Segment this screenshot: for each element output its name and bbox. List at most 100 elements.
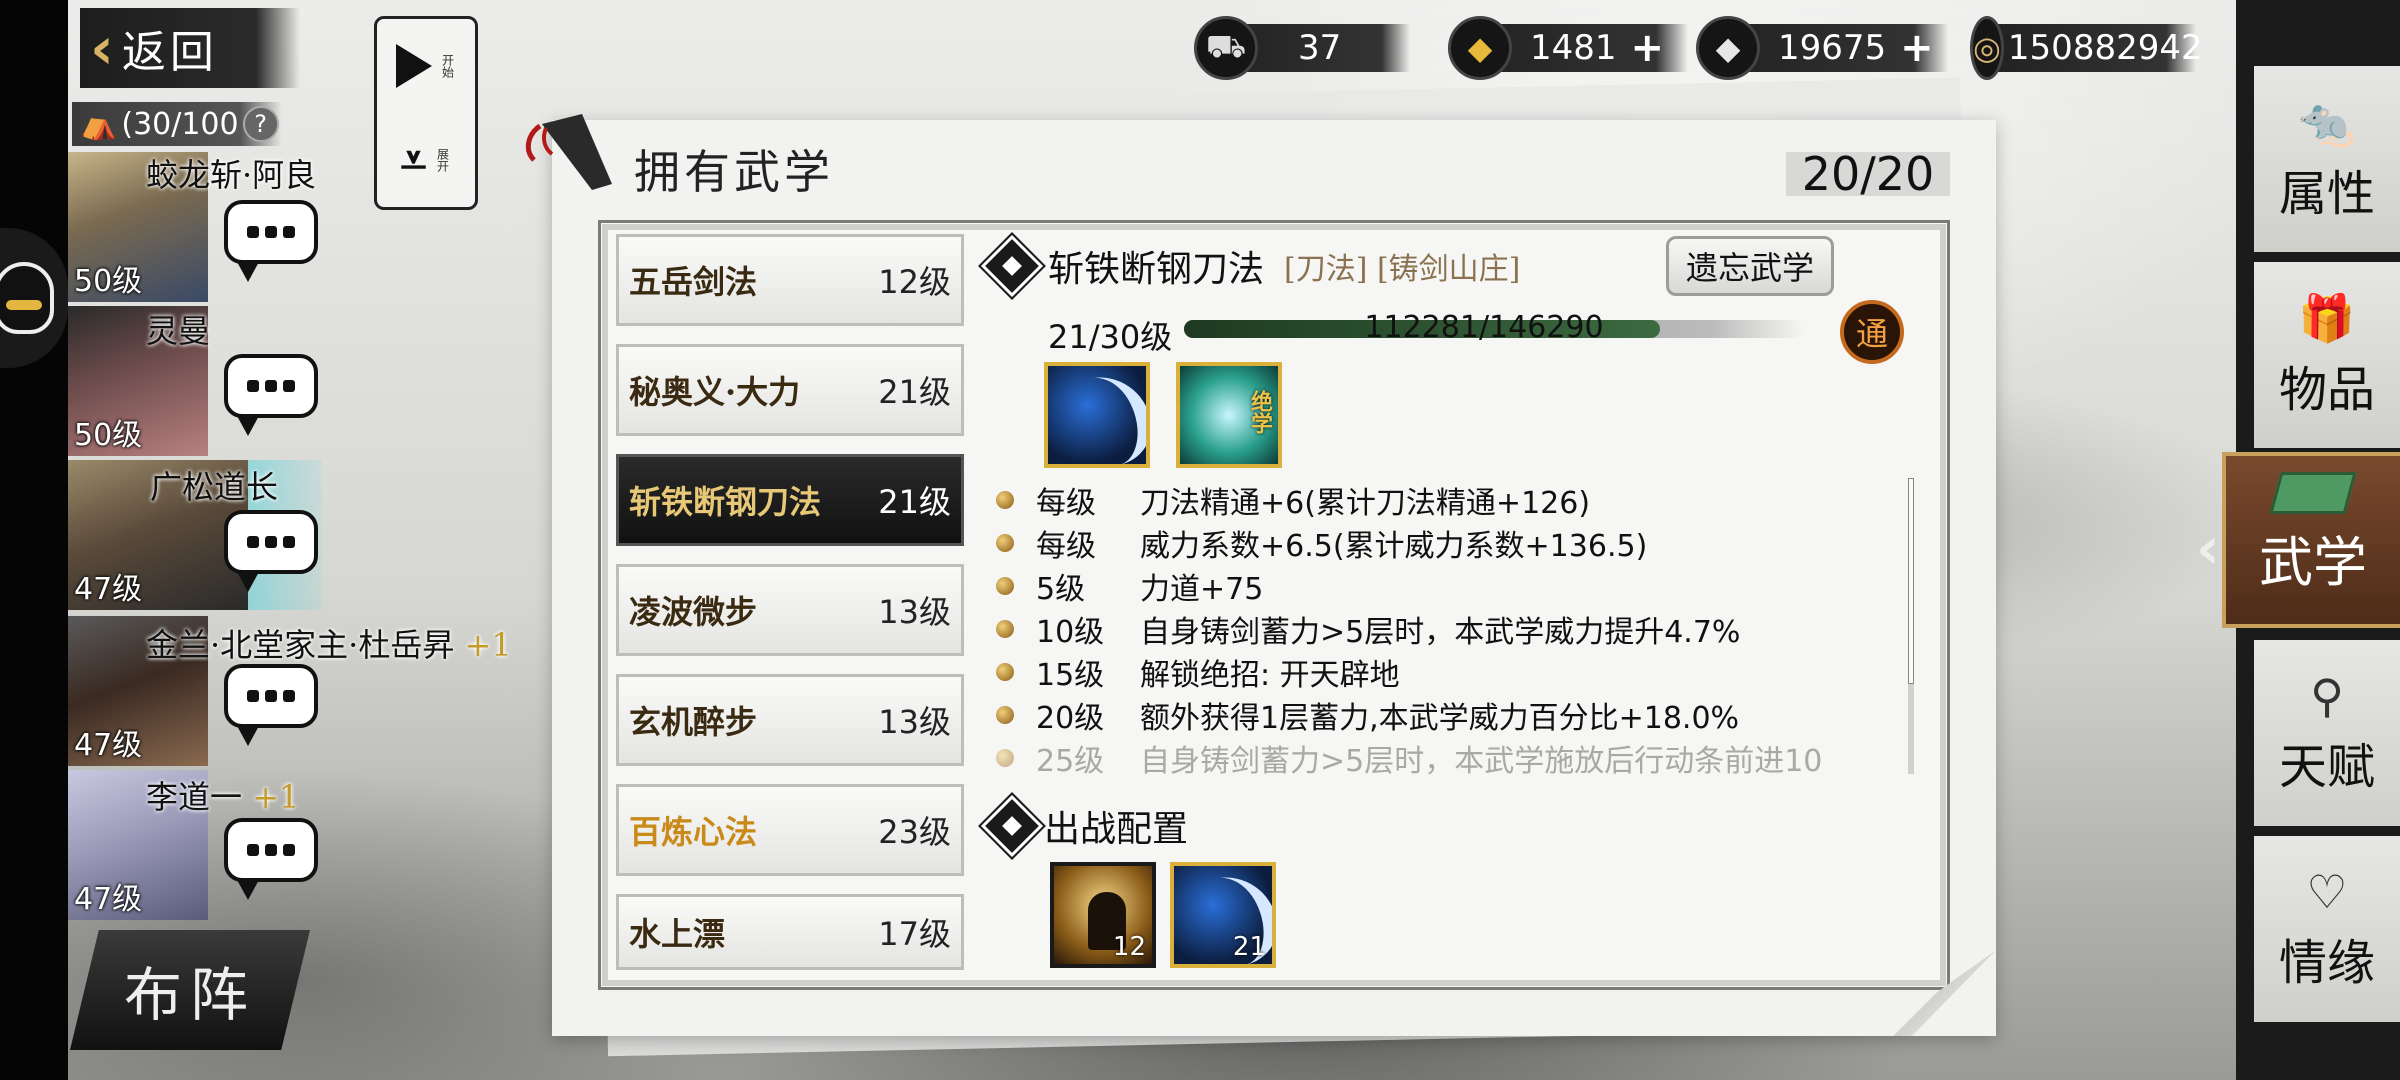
skill-list-item[interactable]: 秘奥义·大力 21级 xyxy=(616,344,964,436)
deploy-section-title: 出战配置 xyxy=(1044,809,1189,850)
mastery-badge[interactable]: 通 xyxy=(1840,300,1904,364)
character-level: 50级 xyxy=(74,264,143,299)
currency-cart: ⛟ 37 xyxy=(1194,16,1410,80)
skill-list-item[interactable]: 水上漂 17级 xyxy=(616,894,964,970)
slot-level: 12 xyxy=(1112,932,1146,962)
skill-list-item[interactable]: 五岳剑法 12级 xyxy=(616,234,964,326)
effect-row: 20级 额外获得1层蓄力,本武学威力百分比+18.0% xyxy=(996,695,1739,736)
currency-silver: ◆ 19675 + xyxy=(1696,16,1948,80)
skill-name: 五岳剑法 xyxy=(629,263,758,301)
scrollbar-thumb[interactable] xyxy=(1908,478,1914,684)
formation-button[interactable]: 布阵 xyxy=(70,930,310,1050)
ultimate-skill-icon[interactable]: 绝学 xyxy=(1176,362,1282,468)
blade-skill-icon[interactable] xyxy=(1044,362,1150,468)
skill-detail-tags: [刀法] [铸剑山庄] xyxy=(1284,252,1521,287)
help-icon[interactable]: ? xyxy=(242,106,279,142)
start-button[interactable]: 开始 xyxy=(377,19,475,113)
skill-list-item-selected[interactable]: 斩铁断钢刀法 21级 xyxy=(616,454,964,546)
effect-text: 力道+75 xyxy=(1140,572,1264,607)
character-level: 47级 xyxy=(74,572,143,607)
nav-item-martial-arts[interactable]: 武学 xyxy=(2222,452,2400,628)
character-name: 广松道长 xyxy=(150,468,279,506)
plus-badge: +1 xyxy=(464,626,512,664)
dot xyxy=(247,536,259,548)
party-count-text: (30/100 xyxy=(121,106,239,142)
nav-item-bonds[interactable]: ♡ 情缘 xyxy=(2254,836,2400,1022)
effect-row: 15级 解锁绝招: 开天辟地 xyxy=(996,652,1400,693)
skill-list-item[interactable]: 凌波微步 13级 xyxy=(616,564,964,656)
dot xyxy=(265,690,277,702)
deploy-slot[interactable]: 21 xyxy=(1170,862,1276,968)
currency-coin: ◎ 150882942 xyxy=(1970,16,2203,80)
panel-title: 拥有武学 xyxy=(634,145,834,199)
chat-bubble-button[interactable] xyxy=(224,664,318,746)
start-label: 开始 xyxy=(440,54,455,78)
character-level: 47级 xyxy=(74,728,143,763)
slot-level: 21 xyxy=(1232,932,1266,962)
add-gold-button[interactable]: + xyxy=(1631,25,1665,71)
effect-key: 20级 xyxy=(1036,701,1105,736)
effect-key: 15级 xyxy=(1036,658,1105,693)
chat-bubble-button[interactable] xyxy=(224,510,318,592)
dot xyxy=(265,380,277,392)
bullet-icon xyxy=(996,577,1014,595)
dot xyxy=(265,226,277,238)
nav-item-items[interactable]: 🎁 物品 xyxy=(2254,262,2400,448)
dagger-icon xyxy=(525,114,612,190)
skill-level: 21级 xyxy=(878,373,951,411)
dot xyxy=(247,226,259,238)
effect-key: 25级 xyxy=(1036,744,1105,776)
effect-key: 5级 xyxy=(1036,572,1086,607)
bullet-icon xyxy=(996,663,1014,681)
bullet-icon xyxy=(996,620,1014,638)
nav-label: 情缘 xyxy=(2278,935,2375,991)
nav-item-talent[interactable]: ⚲ 天赋 xyxy=(2254,640,2400,826)
back-button[interactable]: ‹ 返回 xyxy=(80,8,300,88)
effect-key: 每级 xyxy=(1036,486,1096,521)
bullet-icon xyxy=(996,491,1014,509)
effects-scrollbar[interactable] xyxy=(1908,478,1914,774)
collapse-down-icon: ⩡ xyxy=(400,133,427,187)
formation-label: 布阵 xyxy=(123,961,256,1029)
deploy-slot[interactable]: 12 xyxy=(1050,862,1156,968)
effect-text: 自身铸剑蓄力>5层时，本武学施放后行动条前进10 xyxy=(1140,744,1823,776)
skill-level: 12级 xyxy=(878,263,951,301)
chat-bubble-button[interactable] xyxy=(224,818,318,900)
coin-icon: ◎ xyxy=(1970,16,2004,80)
skill-list-item[interactable]: 玄机醉步 13级 xyxy=(616,674,964,766)
heart-icon: ♡ xyxy=(2306,865,2348,919)
character-name: 蛟龙斩·阿良 xyxy=(146,156,317,194)
party-icon: ⛺ xyxy=(80,106,118,142)
effect-text: 解锁绝招: 开天辟地 xyxy=(1140,658,1400,693)
currency-gold: ◆ 1481 + xyxy=(1448,16,1688,80)
capacity-counter: 20/20 xyxy=(1786,147,1950,201)
active-arrow-icon: ‹ xyxy=(2196,514,2220,582)
nav-label: 天赋 xyxy=(2278,739,2375,795)
skill-name: 玄机醉步 xyxy=(629,703,758,741)
silver-ingot-icon: ◆ xyxy=(1696,16,1760,80)
skill-name: 凌波微步 xyxy=(629,593,758,631)
forget-skill-button[interactable]: 遗忘武学 xyxy=(1666,236,1834,296)
effect-text: 威力系数+6.5(累计威力系数+136.5) xyxy=(1140,529,1648,564)
chat-bubble-button[interactable] xyxy=(224,354,318,436)
expand-button[interactable]: ⩡ 展开 xyxy=(377,113,475,207)
ultimate-tag: 绝学 xyxy=(1247,390,1273,434)
skill-level: 13级 xyxy=(878,703,951,741)
dot xyxy=(247,380,259,392)
rat-icon: 🐀 xyxy=(2298,94,2356,149)
skill-level-text: 21/30级 xyxy=(1048,318,1173,356)
book-icon xyxy=(2269,472,2357,514)
currency-value: 19675 xyxy=(1778,28,1887,68)
skill-level: 13级 xyxy=(878,593,951,631)
auto-controls-card: 开始 ⩡ 展开 xyxy=(374,16,478,210)
effects-list: 每级 刀法精通+6(累计刀法精通+126) 每级威力系数+6.5(累计威力系数+1… xyxy=(996,480,1896,776)
effect-row: 每级 刀法精通+6(累计刀法精通+126) xyxy=(996,480,1590,521)
add-silver-button[interactable]: + xyxy=(1900,25,1934,71)
nav-item-attributes[interactable]: 🐀 属性 xyxy=(2254,66,2400,252)
skill-name: 秘奥义·大力 xyxy=(629,373,801,411)
effect-key: 每级 xyxy=(1036,529,1096,564)
skill-list-item[interactable]: 百炼心法 23级 xyxy=(616,784,964,876)
bullet-icon xyxy=(996,534,1014,552)
chat-bubble-button[interactable] xyxy=(224,200,318,282)
dot xyxy=(283,226,295,238)
